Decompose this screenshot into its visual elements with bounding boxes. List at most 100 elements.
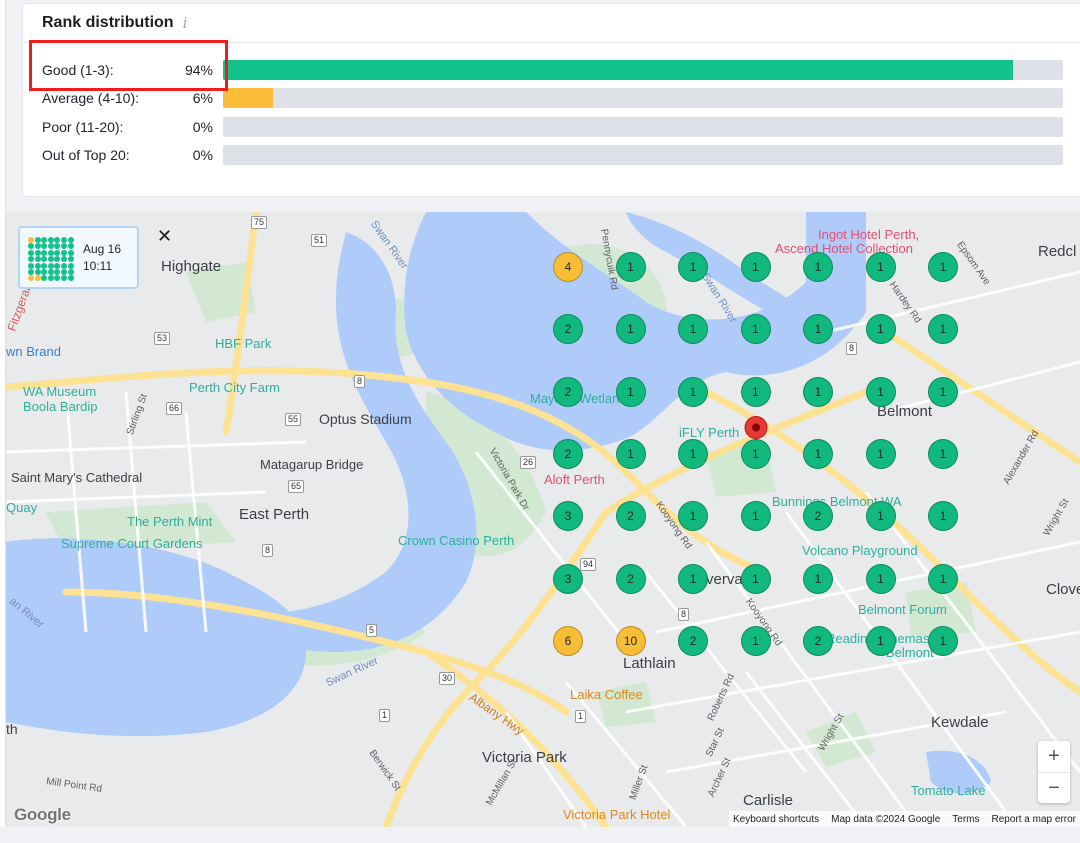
mini-grid-dot bbox=[41, 275, 48, 282]
mini-grid-dot bbox=[41, 262, 48, 269]
rank-pin[interactable]: 1 bbox=[678, 438, 708, 469]
keyboard-shortcuts-link[interactable]: Keyboard shortcuts bbox=[733, 814, 819, 825]
rank-pin[interactable]: 1 bbox=[865, 563, 896, 594]
rank-pin[interactable]: 1 bbox=[803, 438, 833, 469]
rank-pin[interactable]: 2 bbox=[803, 625, 833, 656]
rank-pin[interactable]: 1 bbox=[678, 376, 708, 407]
snapshot-time: 10:11 bbox=[83, 259, 113, 273]
rank-pin[interactable]: 1 bbox=[615, 314, 646, 345]
mini-grid-dot bbox=[41, 269, 48, 275]
route-shield: 1 bbox=[379, 709, 391, 722]
panel-title: Rank distribution bbox=[42, 14, 174, 31]
map-view[interactable]: Highgate East Perth Belmont Lathlain Vic… bbox=[6, 212, 1080, 827]
poi-boola-bardip: Boola Bardip bbox=[23, 399, 98, 414]
mini-grid-dot bbox=[54, 262, 61, 269]
rank-pin[interactable]: 1 bbox=[928, 563, 958, 594]
rank-pin[interactable]: 1 bbox=[740, 252, 771, 282]
rank-pin[interactable]: 1 bbox=[928, 314, 958, 345]
rank-pin[interactable]: 2 bbox=[803, 501, 833, 532]
place-highgate: Highgate bbox=[161, 258, 222, 275]
rank-pin[interactable]: 1 bbox=[928, 501, 958, 532]
rank-pin[interactable]: 10 bbox=[615, 625, 646, 656]
business-location-pin[interactable] bbox=[743, 415, 769, 446]
close-icon[interactable]: ✕ bbox=[157, 226, 172, 247]
route-shield: 75 bbox=[251, 216, 268, 229]
poi-aloft: Aloft Perth bbox=[544, 472, 605, 487]
rank-pin[interactable]: 1 bbox=[740, 376, 771, 407]
mini-grid-dot bbox=[28, 262, 34, 269]
rank-pin[interactable]: 1 bbox=[740, 563, 771, 594]
report-error-link[interactable]: Report a map error bbox=[992, 814, 1076, 825]
rank-pin[interactable]: 1 bbox=[615, 252, 646, 282]
mini-grid-dot bbox=[28, 237, 34, 243]
rank-pin[interactable]: 2 bbox=[553, 438, 583, 469]
scan-snapshot-card[interactable]: Aug 16 10:11 bbox=[18, 226, 139, 289]
google-logo[interactable]: Google bbox=[14, 805, 71, 825]
info-icon[interactable]: i bbox=[183, 14, 188, 32]
rank-pin[interactable]: 1 bbox=[928, 438, 958, 469]
rank-pin[interactable]: 1 bbox=[928, 252, 958, 282]
rank-pin[interactable]: 1 bbox=[678, 563, 708, 594]
rank-pin[interactable]: 1 bbox=[615, 376, 646, 407]
mini-grid-dot bbox=[67, 256, 74, 263]
mini-grid-dot bbox=[61, 262, 67, 269]
rank-pin[interactable]: 2 bbox=[553, 376, 583, 407]
poi-th: th bbox=[6, 721, 18, 737]
rank-pin[interactable]: 1 bbox=[678, 314, 708, 345]
place-cloverdale: Clove bbox=[1046, 581, 1080, 598]
route-shield: 51 bbox=[311, 234, 328, 247]
route-shield: 55 bbox=[285, 413, 302, 426]
poi-ascend-hotel: Ascend Hotel Collection bbox=[775, 241, 914, 256]
mini-grid-dot bbox=[67, 269, 74, 275]
rank-pin[interactable]: 1 bbox=[865, 438, 896, 469]
rank-pin[interactable]: 6 bbox=[553, 625, 583, 656]
mini-grid-dot bbox=[28, 243, 34, 250]
mini-grid-dot bbox=[61, 243, 67, 250]
rank-pin[interactable]: 1 bbox=[803, 252, 833, 282]
rank-pin[interactable]: 1 bbox=[865, 314, 896, 345]
rank-pin[interactable]: 1 bbox=[678, 501, 708, 532]
rank-pin[interactable]: 3 bbox=[553, 501, 583, 532]
rank-pin[interactable]: 2 bbox=[678, 625, 708, 656]
mini-grid-dot bbox=[61, 269, 67, 275]
mini-grid-dot bbox=[61, 256, 67, 263]
poi-wa-museum: WA Museum bbox=[23, 384, 97, 399]
poi-city-farm: Perth City Farm bbox=[189, 380, 281, 395]
rank-pin[interactable]: 2 bbox=[615, 563, 646, 594]
route-shield: 1 bbox=[575, 710, 587, 723]
rank-pin[interactable]: 1 bbox=[865, 252, 896, 282]
rank-pin[interactable]: 1 bbox=[803, 314, 833, 345]
rank-pin[interactable]: 3 bbox=[553, 563, 583, 594]
mini-grid-dot bbox=[47, 262, 54, 269]
mini-grid-dot bbox=[61, 237, 67, 243]
rank-pin[interactable]: 1 bbox=[865, 501, 896, 532]
rank-pin[interactable]: 1 bbox=[740, 625, 771, 656]
rank-pin[interactable]: 2 bbox=[615, 501, 646, 532]
rank-pin[interactable]: 1 bbox=[615, 438, 646, 469]
rank-pin[interactable]: 2 bbox=[553, 314, 583, 345]
rank-pin[interactable]: 1 bbox=[928, 376, 958, 407]
terms-link[interactable]: Terms bbox=[952, 814, 979, 825]
zoom-in-button[interactable]: + bbox=[1038, 741, 1070, 772]
mini-grid-dot bbox=[67, 237, 74, 243]
rank-pin[interactable]: 1 bbox=[865, 376, 896, 407]
poi-laika-coffee: Laika Coffee bbox=[570, 687, 643, 702]
poi-victoria-park-hotel: Victoria Park Hotel bbox=[563, 807, 671, 822]
rank-pin[interactable]: 1 bbox=[740, 501, 771, 532]
zoom-out-button[interactable]: − bbox=[1038, 772, 1070, 803]
rank-pin[interactable]: 1 bbox=[740, 314, 771, 345]
rank-pin[interactable]: 1 bbox=[803, 376, 833, 407]
rank-pin[interactable]: 1 bbox=[803, 563, 833, 594]
rank-pin[interactable]: 1 bbox=[678, 252, 708, 282]
zoom-control: + − bbox=[1038, 741, 1070, 803]
mini-grid-dot bbox=[54, 243, 61, 250]
rank-pin[interactable]: 4 bbox=[553, 252, 583, 282]
mini-grid-dot bbox=[34, 237, 41, 243]
route-shield: 53 bbox=[154, 332, 171, 345]
rank-pin[interactable]: 1 bbox=[928, 625, 958, 656]
rank-bar-track bbox=[223, 144, 1063, 165]
rank-pin[interactable]: 1 bbox=[865, 625, 896, 656]
place-east-perth: East Perth bbox=[239, 506, 310, 523]
poi-supreme-court: Supreme Court Gardens bbox=[61, 536, 203, 551]
mini-grid-dot bbox=[34, 275, 41, 282]
